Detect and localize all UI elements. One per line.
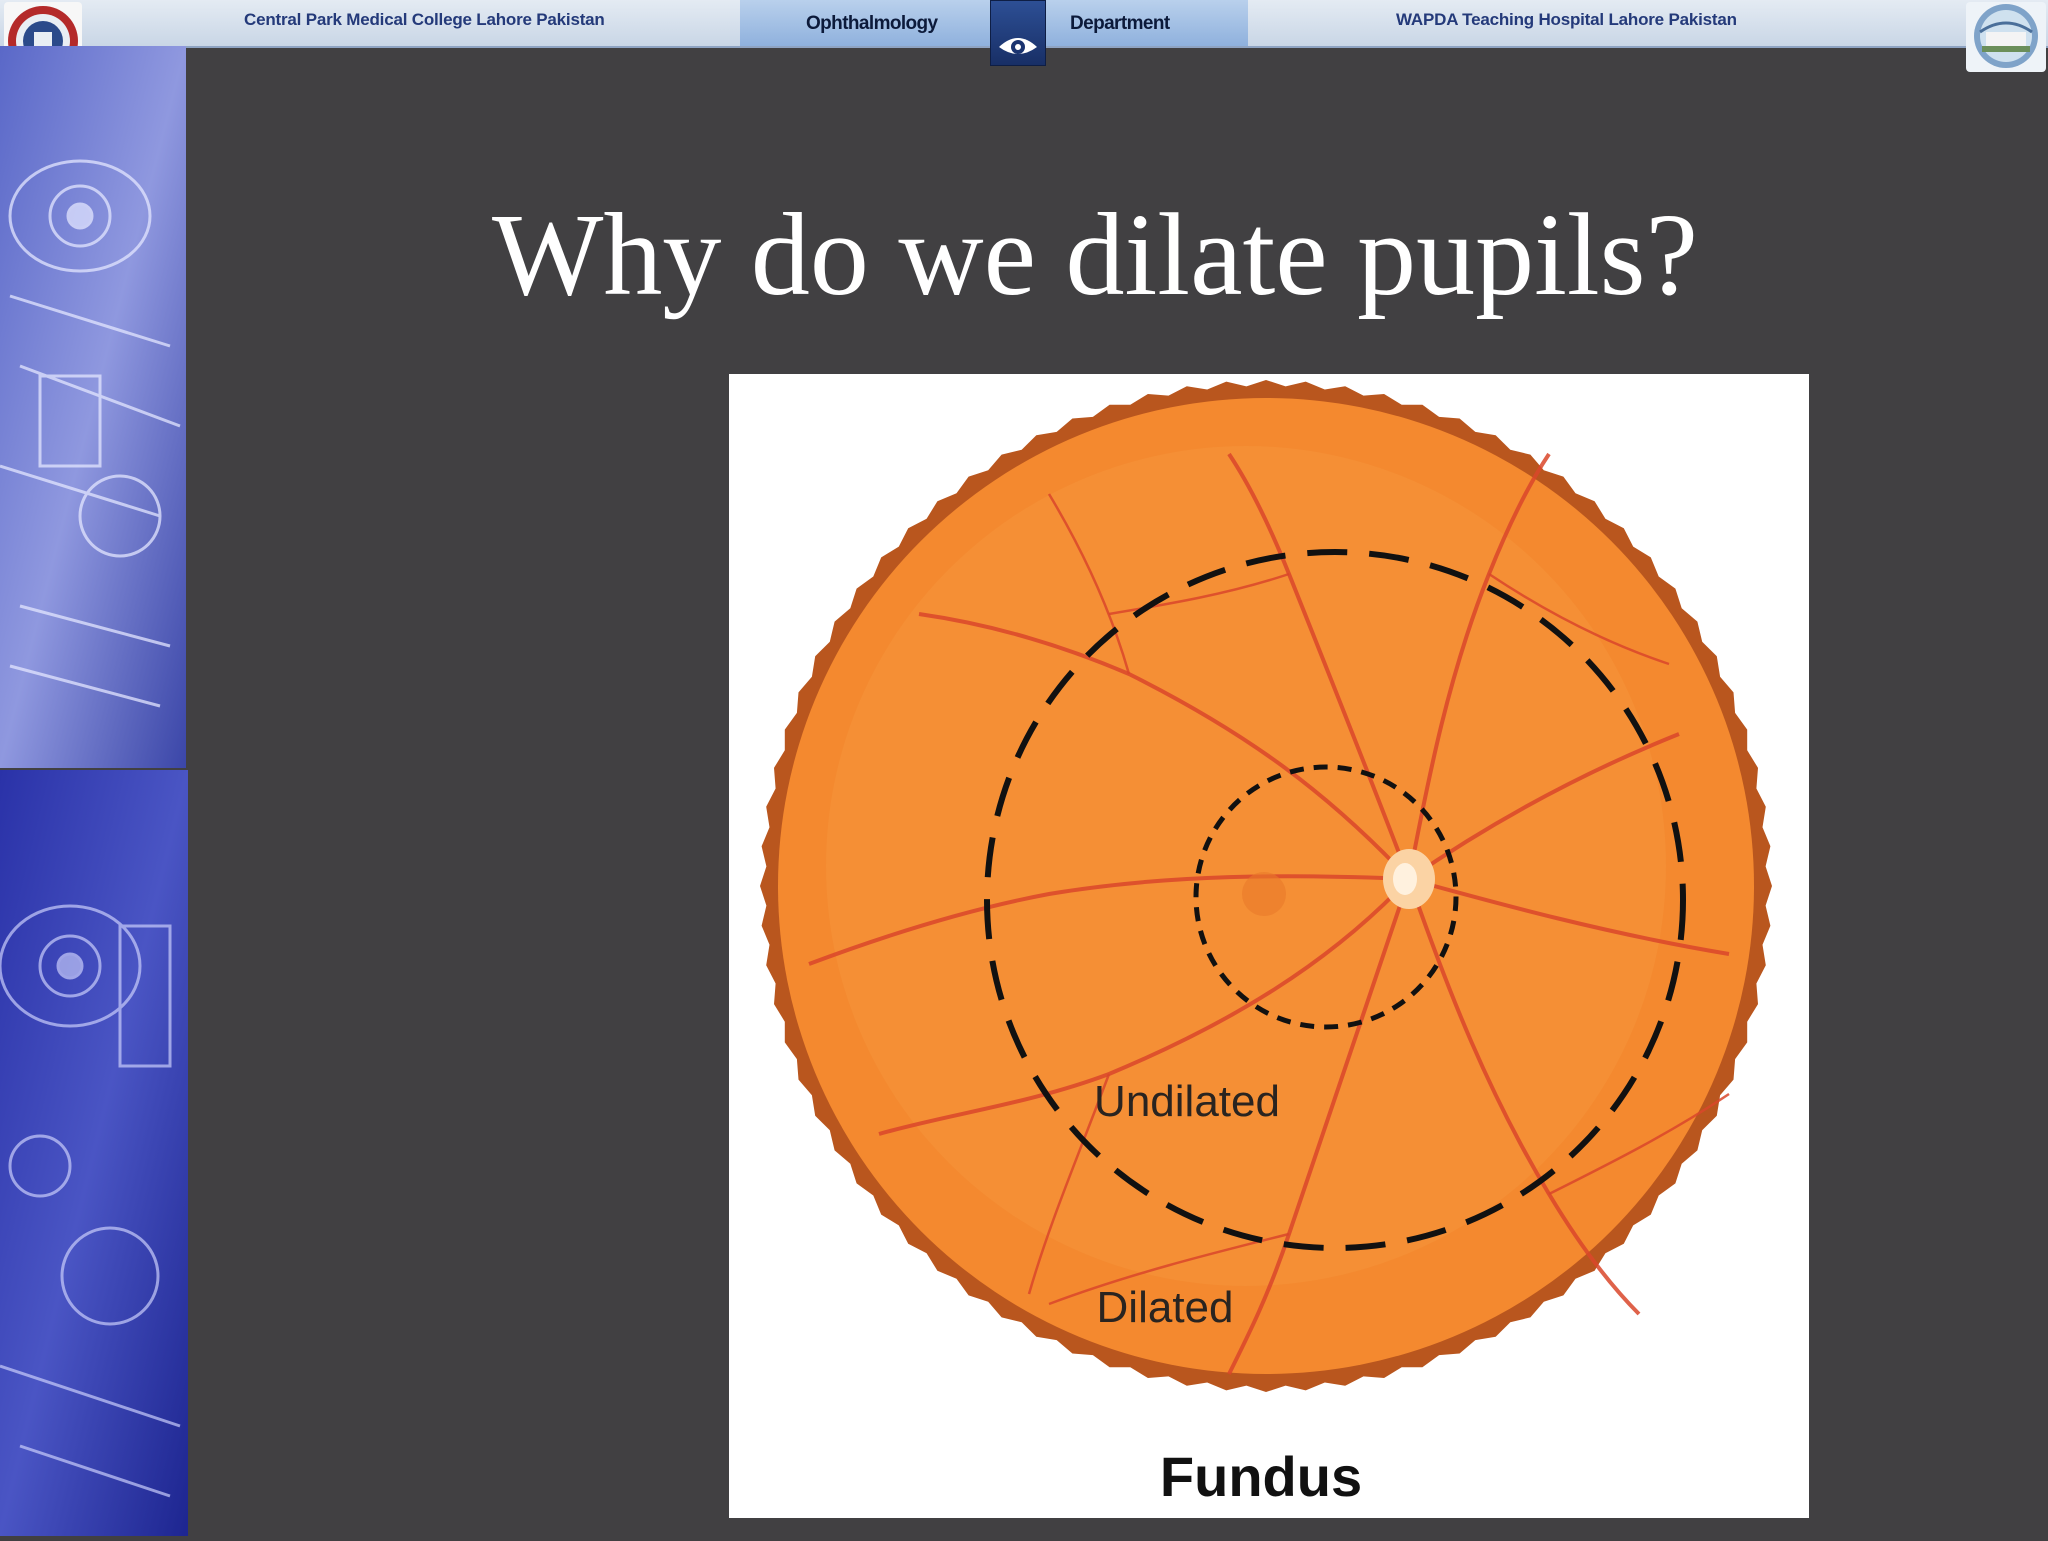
eye-icon: [990, 0, 1046, 66]
optic-cup: [1393, 863, 1417, 895]
hospital-logo: [1966, 2, 2046, 72]
fundus-figure: Undilated Dilated Fundus: [729, 374, 1809, 1518]
slide-title: Why do we dilate pupils?: [492, 189, 1698, 320]
decorative-side-panel: [0, 46, 188, 1536]
header-college-text: Central Park Medical College Lahore Paki…: [244, 10, 605, 29]
fundus-illustration: Undilated Dilated Fundus: [760, 380, 1772, 1508]
undilated-label: Undilated: [1094, 1077, 1280, 1126]
fundus-highlight: [826, 446, 1666, 1286]
header-department-text: Department: [1070, 13, 1170, 34]
macula: [1242, 872, 1286, 916]
header-hospital-text: WAPDA Teaching Hospital Lahore Pakistan: [1396, 10, 1737, 29]
header-ophthalmology-text: Ophthalmology: [806, 13, 938, 34]
fundus-caption: Fundus: [1160, 1445, 1362, 1508]
dilated-label: Dilated: [1097, 1283, 1234, 1332]
